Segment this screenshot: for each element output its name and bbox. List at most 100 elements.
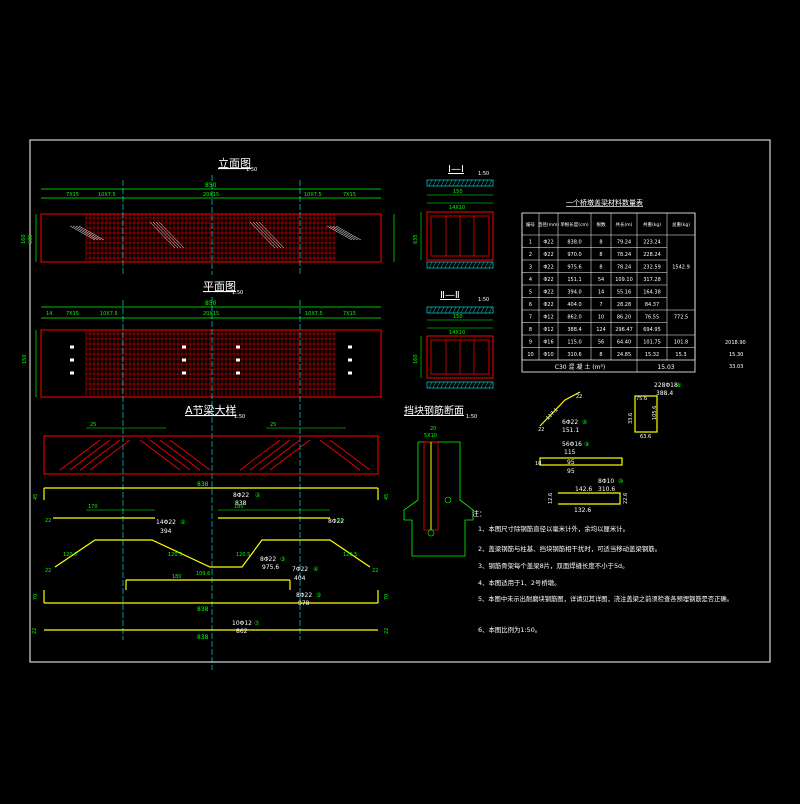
section1-width: 150 xyxy=(453,189,463,195)
table-cell: 975.6 xyxy=(567,265,581,271)
notes: 注： 1、本图尺寸除钢筋直径以毫米计外，余均以厘米计。 2、盖梁钢筋与柱基、挡块… xyxy=(472,509,733,634)
b2-sub: ⑧ xyxy=(676,382,681,389)
bar4-total: 404 xyxy=(294,575,306,582)
table-cell: 1542.9 xyxy=(672,265,690,271)
bar6-22a: 22 xyxy=(32,628,38,634)
plan-d1-left: 7X15 xyxy=(66,311,79,317)
elevation-stirrups xyxy=(69,214,362,262)
table-cell: 164.38 xyxy=(643,290,661,296)
bar2-total: 394 xyxy=(160,528,172,535)
section2-scale: 1:50 xyxy=(478,297,489,303)
table-cell: 54 xyxy=(598,277,604,283)
table-cell: 28.28 xyxy=(617,302,631,308)
table-cell: Φ12 xyxy=(543,327,553,333)
bar1-45-right: 45 xyxy=(384,494,390,500)
table-cell: 15.32 xyxy=(645,352,659,358)
table-header-4: 共长(m) xyxy=(616,221,633,228)
block-title: 挡块钢筋断面 xyxy=(404,404,464,417)
b1-tot: 151.1 xyxy=(562,427,579,434)
bar4-180: 180 xyxy=(172,574,182,580)
table-cell: 7 xyxy=(599,302,602,308)
table-cell: 24.85 xyxy=(617,352,631,358)
b3-tot: 115 xyxy=(564,449,576,456)
elev-d1-left: 7X15 xyxy=(66,192,79,198)
section1-scale: 1:50 xyxy=(478,171,489,177)
section1-inner: 14X10 xyxy=(449,205,465,211)
elev-h1: 160 xyxy=(21,234,27,244)
table-cell: 772.5 xyxy=(674,315,688,321)
block-section: 挡块钢筋断面 1:50 20 5X10 xyxy=(403,404,477,557)
table-cell: 76.55 xyxy=(645,315,659,321)
table-cell: 78.24 xyxy=(617,252,631,258)
table-cell: 317.28 xyxy=(643,277,661,283)
detail-25-left: 25 xyxy=(90,422,96,428)
bar5-70-right: 70 xyxy=(384,594,390,600)
plan-h1: 150 xyxy=(22,354,28,364)
table-cell: 970.0 xyxy=(567,252,581,258)
b1-b: 117.1 xyxy=(545,407,559,421)
table-header-6: 总重(kg) xyxy=(672,221,690,228)
b2-c: 75.6 xyxy=(636,396,647,402)
b3-a: 10 xyxy=(535,461,541,467)
section2-hatch xyxy=(428,306,493,314)
section1-hatch-bottom xyxy=(428,261,493,269)
table-cell: 56 xyxy=(598,340,604,346)
side-note-1: 2018.90 xyxy=(725,340,746,346)
bar6-total: 862 xyxy=(236,628,248,635)
b4-sub: ⑩ xyxy=(618,478,623,485)
bar2-label: 14Φ22 xyxy=(156,519,176,526)
plan-d2-right: 10X7.5 xyxy=(305,311,323,317)
elevation-view: 立面图 1:50 850 7X15 10X7.5 20X15 10X7.5 7X… xyxy=(21,156,395,275)
table-cell: 310.6 xyxy=(567,352,581,358)
b2-e: 33.6 xyxy=(628,413,634,424)
bar3-22a: 22 xyxy=(45,568,51,574)
elev-d1-right: 7X15 xyxy=(343,192,356,198)
table-header-5: 共重(kg) xyxy=(643,221,661,228)
table-cell: 10 xyxy=(527,352,533,358)
table-cell: Φ10 xyxy=(543,352,553,358)
b3-b2: 95 xyxy=(567,468,575,475)
table-header-0: 编号 xyxy=(526,221,535,228)
table-cell: 109.10 xyxy=(615,277,633,283)
table-cell: 2 xyxy=(529,252,532,258)
table-cell: 14 xyxy=(598,290,604,296)
b2-f: 63.6 xyxy=(640,434,651,440)
b4-a: 142.6 xyxy=(575,486,592,493)
table-cell: 404.0 xyxy=(567,302,581,308)
bar6-label: 10Φ12 xyxy=(232,620,252,627)
table-cell: 9 xyxy=(529,340,532,346)
plan-d1-right: 7X15 xyxy=(343,311,356,317)
elev-d3: 20X15 xyxy=(203,192,219,198)
bar6-len: 838 xyxy=(197,634,209,641)
table-cell: Φ22 xyxy=(543,252,553,258)
rebar-detail: A节梁大样 1:50 25 25 838 8Φ22 ② 838 45 45 17… xyxy=(32,403,390,641)
table-cell: Φ22 xyxy=(543,240,553,246)
bent-shapes: 22 117.1 22 6Φ22 ④ 151.1 228Φ18 ⑧ 388.4 … xyxy=(535,382,681,514)
table-cell: 151.1 xyxy=(567,277,581,283)
b4-tot: 310.6 xyxy=(598,486,615,493)
table-cell: 115.0 xyxy=(567,340,581,346)
table-cell: 64.40 xyxy=(617,340,631,346)
bar2-22a: 22 xyxy=(45,518,51,524)
b1-lbl: 6Φ22 xyxy=(562,419,578,426)
note-5: 5、本图中未示出耐磨块钢筋图，详请见其详图，浇注盖梁之前须检查各预埋钢筋是否正确… xyxy=(478,594,733,603)
table-header-2: 单根长度(cm) xyxy=(560,221,589,228)
table-footer-label: C30 混 凝 土 (m³) xyxy=(555,363,605,371)
plan-edge-left: 14 xyxy=(46,311,52,317)
table-cell: 3 xyxy=(529,265,532,271)
table-cell: Φ22 xyxy=(543,302,553,308)
table-cell: 8 xyxy=(599,265,602,271)
elev-d2-left: 10X7.5 xyxy=(98,192,116,198)
table-cell: 296.47 xyxy=(615,327,633,333)
notes-title: 注： xyxy=(472,509,486,518)
block-20: 20 xyxy=(430,426,436,432)
table-cell: Φ12 xyxy=(543,315,553,321)
section2-width: 150 xyxy=(453,314,463,320)
table-footer-value: 15.03 xyxy=(657,364,674,371)
table-title: 一个桥墩盖梁材料数量表 xyxy=(566,198,643,207)
table-cell: 15.3 xyxy=(675,352,686,358)
note-4: 4、本图适用于1、2号桥墩。 xyxy=(478,578,561,587)
table-cell: 8 xyxy=(599,352,602,358)
b4-lbl: 8Φ10 xyxy=(598,478,614,485)
table-cell: 10 xyxy=(598,315,604,321)
